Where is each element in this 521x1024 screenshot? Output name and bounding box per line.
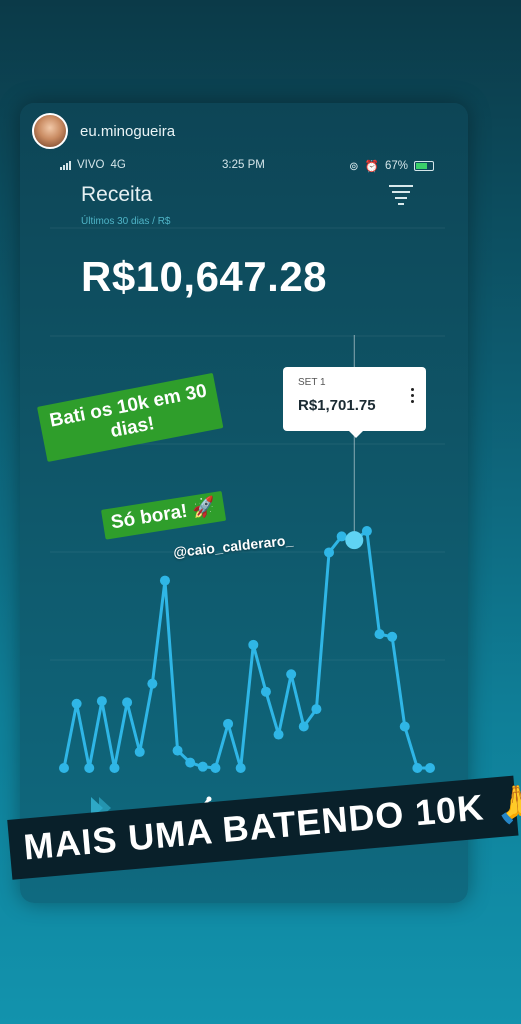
data-point[interactable] xyxy=(71,698,82,709)
data-point[interactable] xyxy=(260,686,271,697)
data-point[interactable] xyxy=(361,526,372,537)
data-point[interactable] xyxy=(273,729,284,740)
data-point[interactable] xyxy=(96,696,107,707)
data-point[interactable] xyxy=(210,763,221,773)
data-point[interactable] xyxy=(109,763,120,773)
data-point[interactable] xyxy=(399,721,410,732)
data-point[interactable] xyxy=(298,721,309,732)
data-point[interactable] xyxy=(324,547,335,558)
data-point[interactable] xyxy=(159,575,170,586)
data-point[interactable] xyxy=(223,718,234,729)
more-vertical-icon[interactable] xyxy=(411,388,414,406)
data-point[interactable] xyxy=(59,763,69,773)
revenue-series-line xyxy=(62,529,430,770)
data-point[interactable] xyxy=(336,531,347,542)
tooltip-date: SET 1 xyxy=(298,377,326,388)
data-point[interactable] xyxy=(134,746,145,757)
highlighted-data-point[interactable] xyxy=(345,531,364,550)
data-point[interactable] xyxy=(248,639,259,650)
data-point[interactable] xyxy=(185,757,196,768)
data-point[interactable] xyxy=(172,745,183,756)
data-point[interactable] xyxy=(235,763,246,773)
data-point[interactable] xyxy=(197,761,208,772)
data-point[interactable] xyxy=(84,763,95,773)
chart-tooltip: SET 1 R$1,701.75 xyxy=(283,367,426,438)
data-point[interactable] xyxy=(286,669,297,680)
data-point[interactable] xyxy=(311,704,322,715)
data-point[interactable] xyxy=(147,678,158,689)
tooltip-value: R$1,701.75 xyxy=(298,397,376,414)
data-point[interactable] xyxy=(374,629,385,640)
data-point[interactable] xyxy=(387,631,398,642)
data-point[interactable] xyxy=(122,697,133,708)
